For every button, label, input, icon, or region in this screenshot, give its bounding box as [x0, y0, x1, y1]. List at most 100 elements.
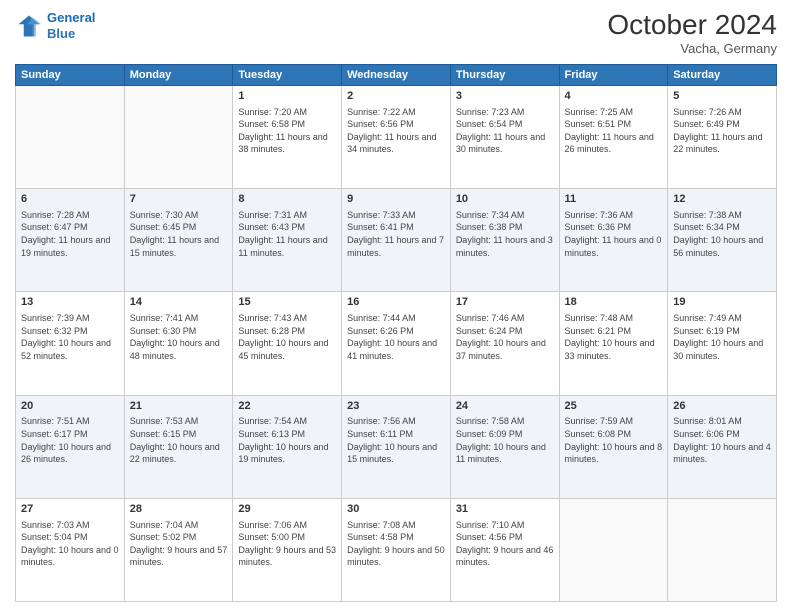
calendar-cell: 19 Sunrise: 7:49 AMSunset: 6:19 PMDayligh…: [668, 292, 777, 395]
calendar-cell: 4 Sunrise: 7:25 AMSunset: 6:51 PMDaylight…: [559, 85, 668, 188]
calendar-cell: 9 Sunrise: 7:33 AMSunset: 6:41 PMDaylight…: [342, 189, 451, 292]
logo-text: General Blue: [47, 10, 95, 41]
day-number: 23: [347, 399, 445, 414]
day-details: Sunrise: 7:30 AMSunset: 6:45 PMDaylight:…: [130, 209, 228, 259]
calendar-cell: 17Sunrise: 7:46 AMSunset: 6:24 PMDayligh…: [450, 292, 559, 395]
calendar-cell: 3 Sunrise: 7:23 AMSunset: 6:54 PMDaylight…: [450, 85, 559, 188]
day-number: 2: [347, 89, 445, 104]
day-details: Sunrise: 7:31 AMSunset: 6:43 PMDaylight:…: [238, 209, 336, 259]
weekday-header: Tuesday: [233, 64, 342, 85]
day-number: 1: [238, 89, 336, 104]
day-details: Sunrise: 7:26 AMSunset: 6:49 PMDaylight:…: [673, 106, 771, 156]
day-details: Sunrise: 7:04 AMSunset: 5:02 PMDaylight:…: [130, 519, 228, 569]
weekday-header: Friday: [559, 64, 668, 85]
calendar-table: SundayMondayTuesdayWednesdayThursdayFrid…: [15, 64, 777, 602]
day-number: 6: [21, 192, 119, 207]
month-title: October 2024: [607, 10, 777, 41]
weekday-header: Sunday: [16, 64, 125, 85]
day-details: Sunrise: 7:03 AMSunset: 5:04 PMDaylight:…: [21, 519, 119, 569]
day-details: Sunrise: 7:59 AMSunset: 6:08 PMDaylight:…: [565, 415, 663, 465]
day-number: 3: [456, 89, 554, 104]
day-details: Sunrise: 8:01 AMSunset: 6:06 PMDaylight:…: [673, 415, 771, 465]
day-number: 29: [238, 502, 336, 517]
day-details: Sunrise: 7:39 AMSunset: 6:32 PMDaylight:…: [21, 312, 119, 362]
weekday-header: Saturday: [668, 64, 777, 85]
day-number: 7: [130, 192, 228, 207]
calendar-week-row: 1 Sunrise: 7:20 AMSunset: 6:58 PMDaylight…: [16, 85, 777, 188]
page: General Blue October 2024 Vacha, Germany…: [0, 0, 792, 612]
day-details: Sunrise: 7:51 AMSunset: 6:17 PMDaylight:…: [21, 415, 119, 465]
day-details: Sunrise: 7:54 AMSunset: 6:13 PMDaylight:…: [238, 415, 336, 465]
day-number: 25: [565, 399, 663, 414]
calendar-cell: 7 Sunrise: 7:30 AMSunset: 6:45 PMDaylight…: [124, 189, 233, 292]
calendar-cell: 26Sunrise: 8:01 AMSunset: 6:06 PMDayligh…: [668, 395, 777, 498]
calendar-cell: 8 Sunrise: 7:31 AMSunset: 6:43 PMDaylight…: [233, 189, 342, 292]
location: Vacha, Germany: [607, 41, 777, 56]
day-number: 11: [565, 192, 663, 207]
day-number: 30: [347, 502, 445, 517]
day-details: Sunrise: 7:23 AMSunset: 6:54 PMDaylight:…: [456, 106, 554, 156]
day-details: Sunrise: 7:49 AMSunset: 6:19 PMDaylight:…: [673, 312, 771, 362]
calendar-cell: 23Sunrise: 7:56 AMSunset: 6:11 PMDayligh…: [342, 395, 451, 498]
calendar-cell: 20Sunrise: 7:51 AMSunset: 6:17 PMDayligh…: [16, 395, 125, 498]
calendar-cell: 15 Sunrise: 7:43 AMSunset: 6:28 PMDayligh…: [233, 292, 342, 395]
calendar-cell: 28 Sunrise: 7:04 AMSunset: 5:02 PMDayligh…: [124, 498, 233, 601]
calendar-cell: 12 Sunrise: 7:38 AMSunset: 6:34 PMDayligh…: [668, 189, 777, 292]
day-number: 4: [565, 89, 663, 104]
day-number: 8: [238, 192, 336, 207]
day-number: 21: [130, 399, 228, 414]
day-details: Sunrise: 7:43 AMSunset: 6:28 PMDaylight:…: [238, 312, 336, 362]
weekday-header: Thursday: [450, 64, 559, 85]
day-number: 27: [21, 502, 119, 517]
calendar-cell: 1 Sunrise: 7:20 AMSunset: 6:58 PMDaylight…: [233, 85, 342, 188]
calendar-cell: 22Sunrise: 7:54 AMSunset: 6:13 PMDayligh…: [233, 395, 342, 498]
calendar-week-row: 13 Sunrise: 7:39 AMSunset: 6:32 PMDayligh…: [16, 292, 777, 395]
day-details: Sunrise: 7:48 AMSunset: 6:21 PMDaylight:…: [565, 312, 663, 362]
calendar-cell: [559, 498, 668, 601]
calendar-week-row: 27 Sunrise: 7:03 AMSunset: 5:04 PMDayligh…: [16, 498, 777, 601]
day-number: 12: [673, 192, 771, 207]
day-details: Sunrise: 7:10 AMSunset: 4:56 PMDaylight:…: [456, 519, 554, 569]
logo-icon: [15, 12, 43, 40]
day-number: 17: [456, 295, 554, 310]
day-details: Sunrise: 7:28 AMSunset: 6:47 PMDaylight:…: [21, 209, 119, 259]
header: General Blue October 2024 Vacha, Germany: [15, 10, 777, 56]
day-details: Sunrise: 7:44 AMSunset: 6:26 PMDaylight:…: [347, 312, 445, 362]
day-details: Sunrise: 7:38 AMSunset: 6:34 PMDaylight:…: [673, 209, 771, 259]
day-number: 18: [565, 295, 663, 310]
day-number: 9: [347, 192, 445, 207]
calendar-header-row: SundayMondayTuesdayWednesdayThursdayFrid…: [16, 64, 777, 85]
calendar-week-row: 20Sunrise: 7:51 AMSunset: 6:17 PMDayligh…: [16, 395, 777, 498]
calendar-cell: 24Sunrise: 7:58 AMSunset: 6:09 PMDayligh…: [450, 395, 559, 498]
calendar-cell: 16Sunrise: 7:44 AMSunset: 6:26 PMDayligh…: [342, 292, 451, 395]
day-details: Sunrise: 7:25 AMSunset: 6:51 PMDaylight:…: [565, 106, 663, 156]
calendar-cell: [668, 498, 777, 601]
day-details: Sunrise: 7:20 AMSunset: 6:58 PMDaylight:…: [238, 106, 336, 156]
logo: General Blue: [15, 10, 95, 41]
calendar-cell: 29Sunrise: 7:06 AMSunset: 5:00 PMDayligh…: [233, 498, 342, 601]
calendar-cell: 13 Sunrise: 7:39 AMSunset: 6:32 PMDayligh…: [16, 292, 125, 395]
calendar-cell: 2 Sunrise: 7:22 AMSunset: 6:56 PMDaylight…: [342, 85, 451, 188]
calendar-cell: 31 Sunrise: 7:10 AMSunset: 4:56 PMDayligh…: [450, 498, 559, 601]
day-number: 31: [456, 502, 554, 517]
calendar-cell: 30Sunrise: 7:08 AMSunset: 4:58 PMDayligh…: [342, 498, 451, 601]
day-number: 13: [21, 295, 119, 310]
calendar-cell: 27 Sunrise: 7:03 AMSunset: 5:04 PMDayligh…: [16, 498, 125, 601]
day-number: 15: [238, 295, 336, 310]
day-details: Sunrise: 7:36 AMSunset: 6:36 PMDaylight:…: [565, 209, 663, 259]
calendar-cell: 25Sunrise: 7:59 AMSunset: 6:08 PMDayligh…: [559, 395, 668, 498]
weekday-header: Wednesday: [342, 64, 451, 85]
calendar-cell: 11 Sunrise: 7:36 AMSunset: 6:36 PMDayligh…: [559, 189, 668, 292]
calendar-cell: 14Sunrise: 7:41 AMSunset: 6:30 PMDayligh…: [124, 292, 233, 395]
day-number: 10: [456, 192, 554, 207]
day-details: Sunrise: 7:33 AMSunset: 6:41 PMDaylight:…: [347, 209, 445, 259]
day-details: Sunrise: 7:34 AMSunset: 6:38 PMDaylight:…: [456, 209, 554, 259]
day-number: 28: [130, 502, 228, 517]
calendar-cell: [124, 85, 233, 188]
day-details: Sunrise: 7:53 AMSunset: 6:15 PMDaylight:…: [130, 415, 228, 465]
title-block: October 2024 Vacha, Germany: [607, 10, 777, 56]
day-number: 20: [21, 399, 119, 414]
day-number: 19: [673, 295, 771, 310]
day-details: Sunrise: 7:22 AMSunset: 6:56 PMDaylight:…: [347, 106, 445, 156]
calendar-cell: 21Sunrise: 7:53 AMSunset: 6:15 PMDayligh…: [124, 395, 233, 498]
